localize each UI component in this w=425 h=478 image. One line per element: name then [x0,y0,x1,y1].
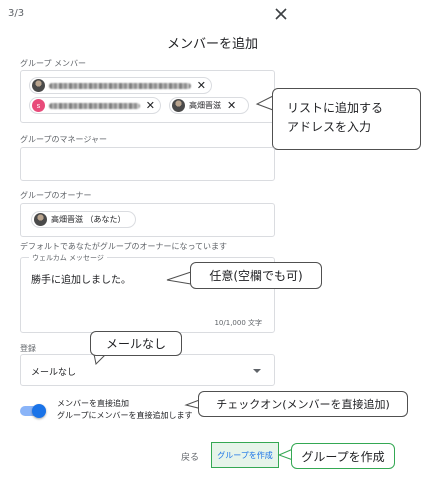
avatar [172,99,185,112]
chevron-down-icon [253,369,261,373]
callout-create: グループを作成 [291,443,395,469]
members-input[interactable]: ✕ s ✕ 高畑晋滋 ✕ [20,70,275,123]
close-icon[interactable]: ✕ [146,100,155,111]
welcome-value: 勝手に追加しました。 [31,275,131,286]
back-button[interactable]: 戻る [181,450,199,463]
callout-text: リストに追加する [287,101,384,115]
callout-text: アドレスを入力 [287,120,372,134]
member-name: 高畑晋滋 [189,101,221,110]
callout-members: リストに追加する アドレスを入力 [272,88,421,150]
direct-add-title: メンバーを直接追加 [57,399,129,408]
callout-welcome: 任意(空欄でも可) [190,262,322,289]
member-chip: s ✕ [29,97,161,114]
subscription-value: メールなし [31,368,77,378]
step-indicator: 3/3 [8,8,25,19]
direct-add-subtitle: グループにメンバーを直接追加します [57,411,193,420]
managers-label: グループのマネージャー [20,135,107,144]
callout-pointer [166,271,192,285]
redacted-email [49,82,191,89]
redacted-email [49,102,140,109]
owner-name: 高畑晋滋 （あなた） [51,215,126,224]
welcome-label: ウェルカム メッセージ [29,253,107,263]
managers-input[interactable] [20,147,275,181]
member-chip: ✕ [29,77,212,94]
members-label: グループ メンバー [20,59,87,68]
avatar: s [32,99,45,112]
close-icon[interactable] [272,5,290,23]
owner-chip: 高畑晋滋 （あなた） [31,211,136,228]
callout-subscription: メールなし [90,331,182,356]
dialog-title: メンバーを追加 [166,37,258,52]
avatar [34,213,47,226]
owners-hint: デフォルトであなたがグループのオーナーになっています [20,242,228,251]
owners-label: グループのオーナー [20,191,92,200]
close-icon[interactable]: ✕ [227,100,236,111]
subscription-select[interactable]: メールなし [20,354,275,386]
owners-input[interactable]: 高畑晋滋 （あなた） [20,203,275,237]
create-group-button[interactable]: グループを作成 [211,442,279,468]
callout-direct-add: チェックオン(メンバーを直接追加) [198,391,408,417]
member-chip: 高畑晋滋 ✕ [169,97,249,114]
avatar [32,79,45,92]
char-counter: 10/1,000 文字 [214,319,262,327]
close-icon[interactable]: ✕ [197,80,206,91]
subscription-label: 登録 [20,344,36,353]
toggle-knob [32,404,46,418]
